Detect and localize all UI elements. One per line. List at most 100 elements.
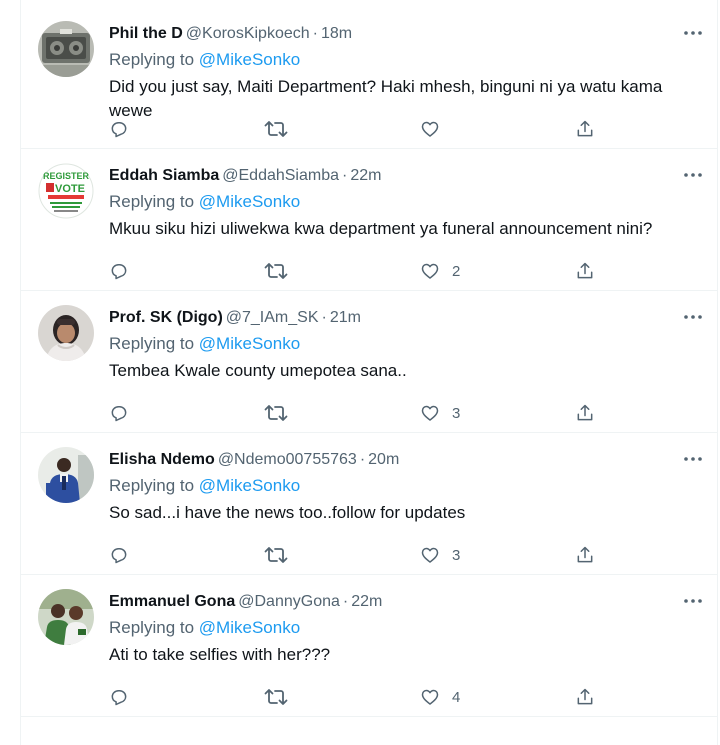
like-button[interactable]	[420, 117, 452, 141]
avatar[interactable]	[38, 21, 94, 77]
reply-button[interactable]	[109, 259, 129, 283]
tweet-header: Phil the D @KorosKipkoech · 18m	[109, 23, 703, 45]
more-dots-icon[interactable]	[681, 589, 705, 613]
retweet-button[interactable]	[264, 685, 288, 709]
share-icon	[575, 261, 595, 281]
mention-link[interactable]: @MikeSonko	[199, 476, 300, 495]
retweet-button[interactable]	[264, 117, 288, 141]
timestamp[interactable]: 18m	[321, 25, 352, 42]
tweet-text: So sad...i have the news too..follow for…	[109, 503, 466, 522]
share-button[interactable]	[575, 401, 595, 425]
share-icon	[575, 545, 595, 565]
share-button[interactable]	[575, 685, 595, 709]
replying-to-label: Replying to	[109, 618, 195, 637]
mention-link[interactable]: @MikeSonko	[199, 334, 300, 353]
reply-tweet[interactable]: REGISTER VOTE Eddah Siamba @EddahSiamba · 2…	[21, 149, 717, 291]
tweet-content: Prof. SK (Digo) @7_IAm_SK · 21m Replying to…	[109, 307, 703, 383]
like-button[interactable]: 3	[420, 401, 460, 425]
tweet-text: Mkuu siku hizi uliwekwa kwa department y…	[109, 219, 653, 238]
tweet-text: Tembea Kwale county umepotea sana..	[109, 361, 407, 380]
tweet-content: Phil the D @KorosKipkoech · 18m Replying to…	[109, 23, 703, 123]
reply-button[interactable]	[109, 685, 129, 709]
reply-button[interactable]	[109, 543, 129, 567]
user-handle[interactable]: @DannyGona	[238, 593, 340, 610]
heart-icon	[420, 119, 440, 139]
more-dots-icon[interactable]	[681, 21, 705, 45]
like-button[interactable]: 4	[420, 685, 460, 709]
more-dots-icon[interactable]	[681, 163, 705, 187]
separator-dot: ·	[359, 451, 366, 468]
mention-link[interactable]: @MikeSonko	[199, 192, 300, 211]
tweet-content: Emmanuel Gona @DannyGona · 22m Replying to …	[109, 591, 703, 667]
retweet-icon	[264, 687, 288, 707]
retweet-button[interactable]	[264, 401, 288, 425]
share-button[interactable]	[575, 259, 595, 283]
display-name[interactable]: Phil the D	[109, 25, 183, 42]
avatar[interactable]	[38, 305, 94, 361]
like-button[interactable]: 3	[420, 543, 460, 567]
more-dots-icon[interactable]	[681, 305, 705, 329]
share-button[interactable]	[575, 117, 595, 141]
separator-dot: ·	[312, 25, 318, 42]
heart-icon	[420, 261, 440, 281]
reply-icon	[109, 545, 129, 565]
like-count: 3	[452, 404, 461, 422]
reply-icon	[109, 261, 129, 281]
display-name[interactable]: Emmanuel Gona	[109, 593, 235, 610]
column-right-border	[717, 0, 718, 745]
tweet-header: Elisha Ndemo @Ndemo00755763 · 20m	[109, 449, 703, 471]
avatar[interactable]	[38, 447, 94, 503]
reply-icon	[109, 403, 129, 423]
retweet-icon	[264, 403, 288, 423]
replying-to-line: Replying to @MikeSonko	[109, 333, 703, 355]
replying-to-line: Replying to @MikeSonko	[109, 191, 703, 213]
reply-tweet[interactable]: Elisha Ndemo @Ndemo00755763 · 20m Replying …	[21, 433, 717, 575]
retweet-button[interactable]	[264, 259, 288, 283]
mention-link[interactable]: @MikeSonko	[199, 618, 300, 637]
reply-tweet[interactable]: Emmanuel Gona @DannyGona · 22m Replying to …	[21, 575, 717, 717]
replying-to-line: Replying to @MikeSonko	[109, 475, 703, 497]
reply-icon	[109, 687, 129, 707]
replying-to-label: Replying to	[109, 476, 195, 495]
retweet-icon	[264, 261, 288, 281]
user-handle[interactable]: @Ndemo00755763	[218, 451, 357, 468]
replying-to-line: Replying to @MikeSonko	[109, 617, 703, 639]
timestamp[interactable]: 22m	[351, 593, 382, 610]
separator-dot: ·	[342, 593, 349, 610]
reply-tweet[interactable]: Prof. SK (Digo) @7_IAm_SK · 21m Replying to…	[21, 291, 717, 433]
replying-to-line: Replying to @MikeSonko	[109, 49, 703, 71]
reply-tweet[interactable]: Phil the D @KorosKipkoech · 18m Replying to…	[21, 7, 717, 149]
retweet-button[interactable]	[264, 543, 288, 567]
avatar[interactable]: REGISTER VOTE	[38, 163, 94, 219]
avatar-text-vote: VOTE	[55, 183, 85, 195]
replies-timeline: Phil the D @KorosKipkoech · 18m Replying to…	[21, 7, 717, 717]
timestamp[interactable]: 21m	[330, 309, 361, 326]
heart-icon	[420, 687, 440, 707]
tweet-actions: 3	[99, 401, 619, 425]
timestamp[interactable]: 20m	[368, 451, 399, 468]
tweet-header: Prof. SK (Digo) @7_IAm_SK · 21m	[109, 307, 703, 329]
user-handle[interactable]: @KorosKipkoech	[186, 25, 310, 42]
tweet-actions: 4	[99, 685, 619, 709]
display-name[interactable]: Elisha Ndemo	[109, 451, 215, 468]
reply-button[interactable]	[109, 401, 129, 425]
tweet-actions	[99, 117, 619, 141]
like-button[interactable]: 2	[420, 259, 460, 283]
user-handle[interactable]: @7_IAm_SK	[226, 309, 319, 326]
tweet-content: Elisha Ndemo @Ndemo00755763 · 20m Replying …	[109, 449, 703, 525]
reply-button[interactable]	[109, 117, 129, 141]
replying-to-label: Replying to	[109, 192, 195, 211]
avatar[interactable]	[38, 589, 94, 645]
display-name[interactable]: Prof. SK (Digo)	[109, 309, 223, 326]
display-name[interactable]: Eddah Siamba	[109, 167, 219, 184]
timestamp[interactable]: 22m	[350, 167, 381, 184]
user-handle[interactable]: @EddahSiamba	[222, 167, 339, 184]
share-button[interactable]	[575, 543, 595, 567]
more-dots-icon[interactable]	[681, 447, 705, 471]
like-count: 3	[452, 546, 461, 564]
retweet-icon	[264, 119, 288, 139]
separator-dot: ·	[321, 309, 327, 326]
mention-link[interactable]: @MikeSonko	[199, 50, 300, 69]
replying-to-label: Replying to	[109, 334, 195, 353]
tweet-text: Did you just say, Maiti Department? Haki…	[109, 77, 663, 120]
